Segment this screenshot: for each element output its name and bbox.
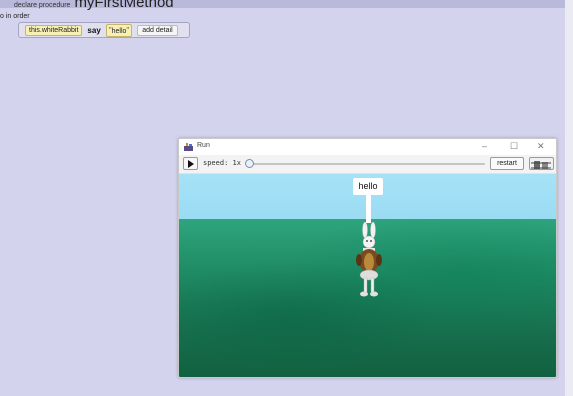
close-quote: " (126, 25, 130, 35)
procedure-name[interactable]: myFirstMethod (74, 0, 173, 11)
do-in-order-label[interactable]: o in order (0, 13, 30, 20)
debug-button[interactable] (529, 157, 554, 170)
window-title: Run (197, 142, 210, 149)
target-chip[interactable]: this.whiteRabbit (25, 24, 83, 36)
speech-bubble-tail (366, 195, 371, 223)
procedure-header: declare procedure myFirstMethod (14, 0, 174, 12)
debug-icon (531, 161, 551, 169)
close-icon[interactable]: ✕ (537, 141, 545, 152)
editor-right-strip (565, 0, 573, 396)
speed-slider-thumb[interactable] (245, 159, 254, 168)
run-toolbar: speed: 1x restart (179, 155, 556, 174)
method-name: say (87, 25, 101, 35)
run-window-titlebar[interactable]: Run – ☐ ✕ (179, 139, 556, 155)
speed-slider[interactable] (247, 163, 485, 165)
white-rabbit[interactable] (353, 222, 385, 298)
app-icon (184, 143, 193, 151)
maximize-icon[interactable]: ☐ (510, 141, 518, 152)
minimize-icon[interactable]: – (482, 141, 487, 151)
play-button[interactable] (183, 157, 198, 170)
say-statement[interactable]: this.whiteRabbit say "hello" add detail (18, 22, 190, 38)
run-window: Run – ☐ ✕ speed: 1x restart hello (178, 138, 557, 378)
add-detail-button[interactable]: add detail (137, 24, 178, 36)
scene-viewport[interactable]: hello (179, 174, 556, 377)
argument-text: hello (111, 27, 127, 35)
argument-chip[interactable]: "hello" (105, 23, 133, 37)
restart-button[interactable]: restart (490, 157, 524, 170)
speed-label: speed: 1x (203, 159, 241, 167)
speech-bubble: hello (353, 178, 383, 195)
procedure-keyword: declare procedure (14, 2, 71, 9)
